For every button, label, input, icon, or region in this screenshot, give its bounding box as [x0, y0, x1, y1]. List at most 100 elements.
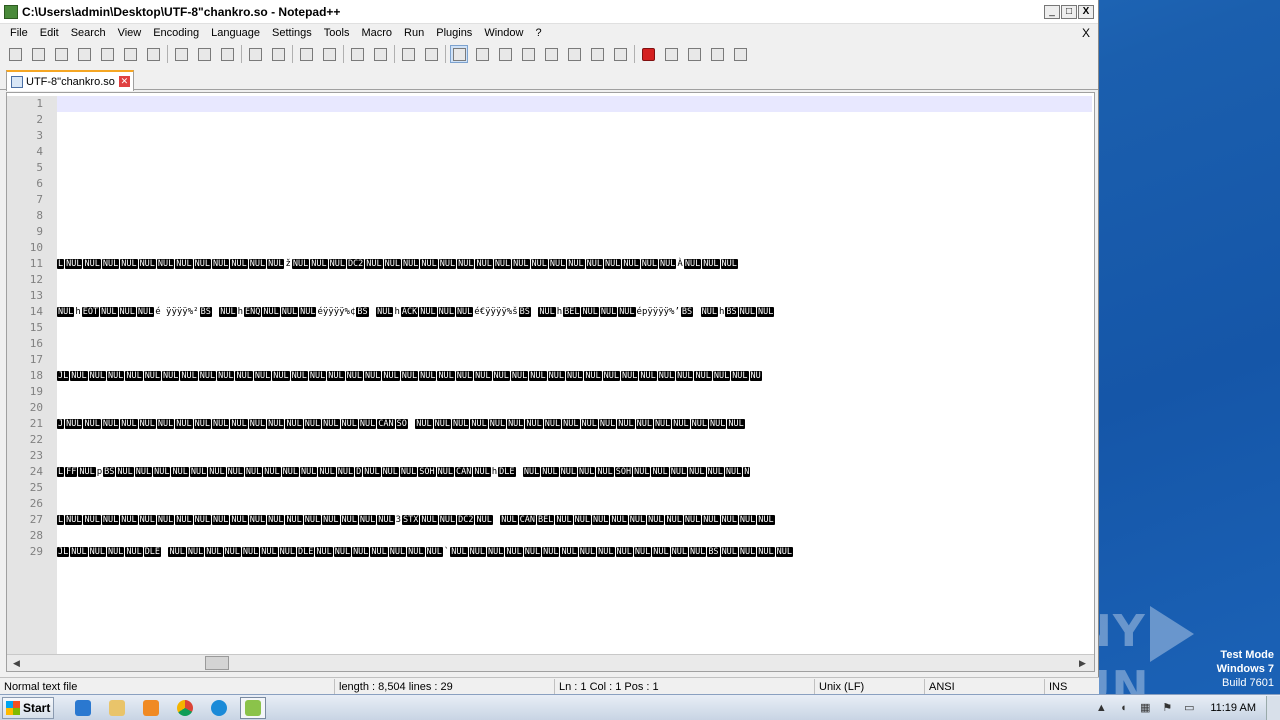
- record-macro-icon[interactable]: [639, 45, 657, 63]
- menu-file[interactable]: File: [4, 27, 34, 39]
- text-line[interactable]: [57, 208, 1092, 224]
- run-macro-multiple-icon[interactable]: [708, 45, 726, 63]
- close-all-icon[interactable]: [121, 45, 139, 63]
- action-center-flag-icon[interactable]: ⚑: [1160, 701, 1174, 715]
- text-line[interactable]: [57, 128, 1092, 144]
- replace-icon[interactable]: [320, 45, 338, 63]
- scroll-right-icon[interactable]: ▶: [1075, 656, 1090, 670]
- save-all-icon[interactable]: [75, 45, 93, 63]
- menu-view[interactable]: View: [112, 27, 148, 39]
- folder-workspace-icon[interactable]: [588, 45, 606, 63]
- text-line[interactable]: J NUL NUL NUL NUL NUL NUL NUL NUL NUL NUL NUL NUL NUL…: [57, 416, 1092, 432]
- volume-icon[interactable]: ◖: [1116, 701, 1130, 715]
- text-line[interactable]: [57, 320, 1092, 336]
- text-line[interactable]: NUL h EOT NUL NUL NUL é ÿÿÿÿ%² BS NUL h ENQ NUL NUL…: [57, 304, 1092, 320]
- cut-icon[interactable]: [172, 45, 190, 63]
- menu-run[interactable]: Run: [398, 27, 430, 39]
- text-line[interactable]: JL NUL NUL NUL NUL DLE NUL NUL NUL NUL NUL NUL NUL D…: [57, 544, 1092, 560]
- text-line[interactable]: [57, 384, 1092, 400]
- menu-settings[interactable]: Settings: [266, 27, 318, 39]
- monitor-icon[interactable]: [611, 45, 629, 63]
- title-bar[interactable]: C:\Users\admin\Desktop\UTF-8"chankro.so …: [0, 0, 1098, 24]
- print-icon[interactable]: [144, 45, 162, 63]
- play-macro-icon[interactable]: [685, 45, 703, 63]
- text-line[interactable]: [57, 224, 1092, 240]
- show-desktop-button[interactable]: [1266, 696, 1280, 720]
- save-icon[interactable]: [52, 45, 70, 63]
- zoom-in-icon[interactable]: [348, 45, 366, 63]
- text-line[interactable]: [57, 160, 1092, 176]
- text-line[interactable]: [57, 352, 1092, 368]
- stop-macro-icon[interactable]: [662, 45, 680, 63]
- indent-guide-icon[interactable]: [496, 45, 514, 63]
- text-line[interactable]: L NUL NUL NUL NUL NUL NUL NUL NUL NUL NUL NUL NUL ž NU…: [57, 256, 1092, 272]
- paste-icon[interactable]: [218, 45, 236, 63]
- undo-icon[interactable]: [246, 45, 264, 63]
- udl-icon[interactable]: [519, 45, 537, 63]
- new-file-icon[interactable]: [6, 45, 24, 63]
- text-line[interactable]: JL NUL NUL NUL NUL NUL NUL NUL NUL NUL NUL NUL NUL NU…: [57, 368, 1092, 384]
- text-line[interactable]: [57, 272, 1092, 288]
- display-icon[interactable]: ▭: [1182, 701, 1196, 715]
- open-file-icon[interactable]: [29, 45, 47, 63]
- text-line[interactable]: [57, 96, 1092, 112]
- menu-plugins[interactable]: Plugins: [430, 27, 478, 39]
- text-line[interactable]: [57, 496, 1092, 512]
- close-icon[interactable]: [98, 45, 116, 63]
- menu-encoding[interactable]: Encoding: [147, 27, 205, 39]
- text-line[interactable]: [57, 240, 1092, 256]
- scroll-left-icon[interactable]: ◀: [9, 656, 24, 670]
- text-line[interactable]: [57, 144, 1092, 160]
- menu-edit[interactable]: Edit: [34, 27, 65, 39]
- tab-close-icon[interactable]: ✕: [118, 76, 130, 87]
- show-hidden-icons-icon[interactable]: ▲: [1094, 701, 1108, 715]
- wrap-icon[interactable]: [450, 45, 468, 63]
- start-button[interactable]: Start: [2, 696, 54, 719]
- zoom-out-icon[interactable]: [371, 45, 389, 63]
- media-player-icon[interactable]: [138, 697, 164, 719]
- text-line[interactable]: [57, 448, 1092, 464]
- maximize-button[interactable]: □: [1061, 4, 1077, 19]
- minimize-button[interactable]: _: [1044, 4, 1060, 19]
- copy-icon[interactable]: [195, 45, 213, 63]
- menu-search[interactable]: Search: [65, 27, 112, 39]
- menu-help[interactable]: ?: [529, 27, 547, 39]
- save-macro-icon[interactable]: [731, 45, 749, 63]
- text-line[interactable]: [57, 400, 1092, 416]
- network-icon[interactable]: ▦: [1138, 701, 1152, 715]
- tab-document[interactable]: UTF-8"chankro.so ✕: [6, 70, 134, 91]
- text-line[interactable]: [57, 288, 1092, 304]
- doc-map-icon[interactable]: [542, 45, 560, 63]
- sync-h-icon[interactable]: [422, 45, 440, 63]
- menu-macro[interactable]: Macro: [355, 27, 398, 39]
- scrollbar-thumb[interactable]: [205, 656, 229, 670]
- text-line[interactable]: [57, 176, 1092, 192]
- find-icon[interactable]: [297, 45, 315, 63]
- explorer-icon[interactable]: [104, 697, 130, 719]
- text-line[interactable]: [57, 336, 1092, 352]
- redo-icon[interactable]: [269, 45, 287, 63]
- menu-window[interactable]: Window: [478, 27, 529, 39]
- text-line[interactable]: [57, 528, 1092, 544]
- notepadpp-icon[interactable]: [240, 696, 266, 719]
- close-document-button[interactable]: X: [1082, 26, 1090, 40]
- all-chars-icon[interactable]: [473, 45, 491, 63]
- text-content[interactable]: L NUL NUL NUL NUL NUL NUL NUL NUL NUL NUL NUL NUL ž NU…: [57, 96, 1092, 656]
- text-line[interactable]: [57, 192, 1092, 208]
- text-line[interactable]: [57, 480, 1092, 496]
- chrome-icon[interactable]: [172, 697, 198, 719]
- editor-area[interactable]: 1 2 3 4 5 6 7 8 9 10 11 12 13 14 15 16 17 18 19 20 21 22 23 24 2…: [6, 92, 1095, 672]
- edge-icon[interactable]: [206, 697, 232, 719]
- sync-v-icon[interactable]: [399, 45, 417, 63]
- menu-language[interactable]: Language: [205, 27, 266, 39]
- function-list-icon[interactable]: [565, 45, 583, 63]
- close-window-button[interactable]: X: [1078, 4, 1094, 19]
- ie-icon[interactable]: [70, 697, 96, 719]
- text-line[interactable]: [57, 112, 1092, 128]
- menu-tools[interactable]: Tools: [318, 27, 356, 39]
- horizontal-scrollbar[interactable]: ◀ ▶: [7, 654, 1094, 671]
- text-line[interactable]: L FF NUL p BS NUL NUL NUL NUL NUL NUL NUL NUL NUL NUL N…: [57, 464, 1092, 480]
- clock[interactable]: 11:19 AM: [1210, 702, 1256, 714]
- text-line[interactable]: L NUL NUL NUL NUL NUL NUL NUL NUL NUL NUL NUL NUL NUL…: [57, 512, 1092, 528]
- text-line[interactable]: [57, 432, 1092, 448]
